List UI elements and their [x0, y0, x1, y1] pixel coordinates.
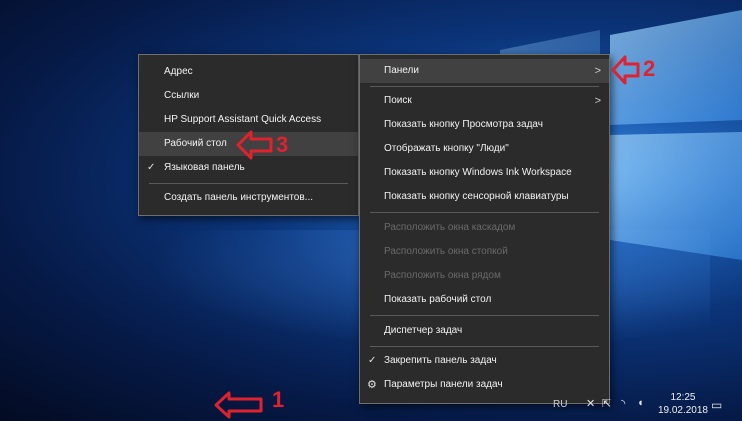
menu-item-label: Закрепить панель задач — [384, 355, 497, 366]
submenu-item-label: Создать панель инструментов... — [164, 192, 313, 203]
checkmark-icon: ✓ — [147, 162, 156, 173]
menu-item-stack: Расположить окна стопкой — [360, 240, 609, 264]
submenu-item-label: Рабочий стол — [164, 138, 227, 149]
taskbar-context-menu: Панели > Поиск > Показать кнопку Просмот… — [359, 54, 610, 404]
taskbar-clock[interactable]: 12:25 19.02.2018 — [658, 391, 708, 417]
menu-item-label: Диспетчер задач — [384, 325, 463, 336]
menu-item-label: Показать рабочий стол — [384, 294, 492, 305]
menu-separator — [370, 315, 599, 316]
menu-item-label: Показать кнопку сенсорной клавиатуры — [384, 191, 569, 202]
menu-item-ink-workspace[interactable]: Показать кнопку Windows Ink Workspace — [360, 161, 609, 185]
menu-item-label: Расположить окна стопкой — [384, 246, 508, 257]
submenu-item-new-toolbar[interactable]: Создать панель инструментов... — [139, 186, 358, 210]
checkmark-icon: ✓ — [368, 355, 377, 366]
annotation-arrow-2 — [611, 55, 640, 85]
menu-item-toolbars[interactable]: Панели > — [360, 59, 609, 83]
menu-item-label: Показать кнопку Windows Ink Workspace — [384, 167, 572, 178]
menu-item-search[interactable]: Поиск > — [360, 89, 609, 113]
menu-separator — [370, 86, 599, 87]
menu-item-label: Показать кнопку Просмотра задач — [384, 119, 543, 130]
gear-icon: ⚙ — [367, 379, 377, 391]
chevron-right-icon: > — [594, 95, 601, 107]
menu-item-lock-taskbar[interactable]: ✓ Закрепить панель задач — [360, 349, 609, 373]
submenu-item-label: Языковая панель — [164, 162, 245, 173]
annotation-number-2: 2 — [643, 56, 656, 81]
close-notification-icon[interactable]: ✕ — [586, 397, 595, 410]
menu-item-taskbar-settings[interactable]: ⚙ Параметры панели задач — [360, 373, 609, 397]
tray-arrow-icon[interactable]: ⇱ — [602, 397, 611, 410]
annotation-arrow-3 — [236, 130, 273, 160]
annotation-number-3: 3 — [276, 132, 289, 157]
notification-center-icon[interactable]: ▭ — [711, 398, 722, 412]
menu-item-label: Панели — [384, 65, 419, 76]
menu-item-cascade: Расположить окна каскадом — [360, 216, 609, 240]
menu-item-task-manager[interactable]: Диспетчер задач — [360, 319, 609, 343]
menu-item-label: Отображать кнопку "Люди" — [384, 143, 509, 154]
chevron-right-icon: > — [594, 65, 601, 77]
volume-icon[interactable]: ◖ — [637, 397, 644, 409]
menu-item-label: Параметры панели задач — [384, 379, 503, 390]
wifi-icon[interactable]: ◝ — [621, 397, 625, 410]
menu-item-task-view[interactable]: Показать кнопку Просмотра задач — [360, 113, 609, 137]
submenu-item-label: Ссылки — [164, 90, 200, 101]
submenu-item-label: HP Support Assistant Quick Access — [164, 114, 322, 125]
menu-item-side-by-side: Расположить окна рядом — [360, 264, 609, 288]
menu-item-label: Поиск — [384, 95, 412, 106]
clock-date: 19.02.2018 — [657, 405, 708, 416]
menu-separator — [370, 346, 599, 347]
menu-item-label: Расположить окна каскадом — [384, 222, 516, 233]
annotation-number-1: 1 — [272, 387, 285, 412]
clock-time: 12:25 — [670, 392, 696, 403]
menu-separator — [370, 212, 599, 213]
submenu-item-links[interactable]: Ссылки — [139, 84, 358, 108]
language-indicator[interactable]: RU — [553, 399, 567, 410]
submenu-item-label: Адрес — [164, 66, 193, 77]
menu-item-label: Расположить окна рядом — [384, 270, 501, 281]
menu-item-touch-keyboard[interactable]: Показать кнопку сенсорной клавиатуры — [360, 185, 609, 209]
menu-item-people[interactable]: Отображать кнопку "Люди" — [360, 137, 609, 161]
menu-item-show-desktop[interactable]: Показать рабочий стол — [360, 288, 609, 312]
submenu-item-address[interactable]: Адрес — [139, 60, 358, 84]
menu-separator — [149, 183, 348, 184]
annotation-arrow-1 — [214, 391, 263, 419]
